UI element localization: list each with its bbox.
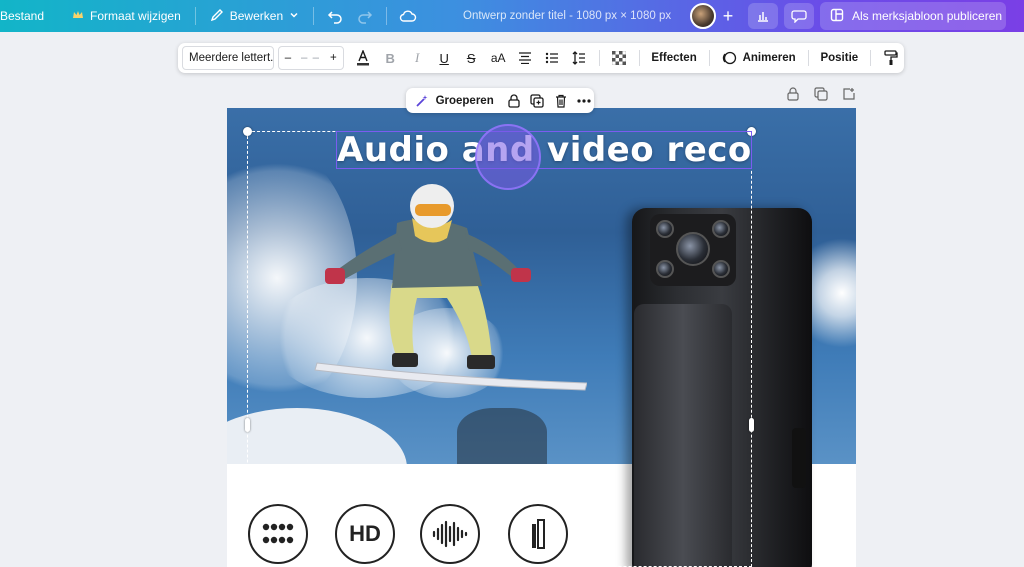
snowboarder-figure bbox=[314, 184, 587, 391]
waveform-icon[interactable] bbox=[420, 504, 480, 564]
divider bbox=[313, 7, 315, 25]
pencil-icon bbox=[210, 8, 224, 25]
font-size-stepper: – – – + bbox=[277, 46, 344, 70]
resize-label: Formaat wijzigen bbox=[90, 9, 181, 23]
duplicate-icon[interactable] bbox=[527, 88, 547, 113]
ir-led bbox=[656, 260, 674, 278]
resize-button[interactable]: Formaat wijzigen bbox=[64, 0, 189, 32]
paint-roller-icon[interactable] bbox=[877, 43, 904, 73]
bold-icon[interactable]: B bbox=[377, 43, 404, 73]
camera-device-image[interactable] bbox=[632, 208, 812, 567]
file-menu-label: Bestand bbox=[0, 9, 45, 23]
text-toolbar: Meerdere lettert... – – – + B I U S aA E… bbox=[178, 43, 904, 73]
lock-icon[interactable] bbox=[785, 86, 801, 102]
position-button[interactable]: Positie bbox=[814, 52, 864, 64]
crown-icon bbox=[72, 9, 84, 24]
tree-silhouette bbox=[457, 408, 547, 464]
group-toolbar: Groeperen bbox=[406, 88, 594, 113]
snow-slope bbox=[227, 408, 407, 464]
design-canvas[interactable]: HD bbox=[227, 108, 856, 567]
file-menu[interactable]: Bestand bbox=[0, 0, 52, 32]
ir-led bbox=[712, 260, 730, 278]
ir-led bbox=[712, 220, 730, 238]
divider bbox=[807, 50, 809, 66]
font-family-select[interactable]: Meerdere lettert... bbox=[182, 46, 274, 70]
side-handle[interactable] bbox=[749, 418, 754, 432]
camera-side-button bbox=[792, 428, 806, 488]
lock-icon[interactable] bbox=[504, 88, 524, 113]
more-options-icon[interactable] bbox=[574, 88, 594, 113]
template-icon bbox=[830, 8, 844, 25]
bullet-list-icon[interactable] bbox=[539, 43, 566, 73]
grid-dots-icon[interactable] bbox=[248, 504, 308, 564]
italic-icon[interactable]: I bbox=[404, 43, 431, 73]
chevron-down-icon bbox=[289, 9, 299, 23]
cloud-save-icon[interactable] bbox=[393, 0, 423, 32]
divider bbox=[386, 7, 388, 25]
font-size-input[interactable]: – – bbox=[301, 52, 320, 64]
group-button[interactable]: Groeperen bbox=[436, 95, 494, 107]
resize-handle[interactable] bbox=[243, 127, 252, 136]
bar-icon[interactable] bbox=[508, 504, 568, 564]
decrease-size-button[interactable]: – bbox=[285, 52, 291, 64]
document-title[interactable]: Ontwerp zonder titel - 1080 px × 1080 px bbox=[463, 0, 671, 32]
page-tools bbox=[785, 86, 857, 102]
line-spacing-icon[interactable] bbox=[566, 43, 593, 73]
increase-size-button[interactable]: + bbox=[330, 52, 337, 64]
edit-menu[interactable]: Bewerken bbox=[202, 0, 307, 32]
edit-label: Bewerken bbox=[229, 9, 284, 23]
headline-text[interactable]: Audio and video recorder bbox=[336, 131, 752, 169]
camera-lens bbox=[676, 232, 710, 266]
underline-icon[interactable]: U bbox=[431, 43, 458, 73]
effects-button[interactable]: Effecten bbox=[645, 52, 702, 64]
publish-label: Als merksjabloon publiceren bbox=[852, 9, 1003, 23]
side-handle[interactable] bbox=[245, 418, 250, 432]
redo-icon[interactable] bbox=[350, 0, 380, 32]
trash-icon[interactable] bbox=[551, 88, 571, 113]
divider bbox=[708, 50, 710, 66]
analytics-icon[interactable] bbox=[748, 3, 778, 29]
add-page-icon[interactable] bbox=[841, 86, 857, 102]
hd-icon[interactable]: HD bbox=[335, 504, 395, 564]
strikethrough-icon[interactable]: S bbox=[458, 43, 485, 73]
animate-icon bbox=[716, 43, 743, 73]
avatar[interactable] bbox=[690, 3, 716, 29]
transparency-icon[interactable] bbox=[606, 43, 633, 73]
camera-head bbox=[650, 214, 736, 286]
align-center-icon[interactable] bbox=[512, 43, 539, 73]
duplicate-page-icon[interactable] bbox=[813, 86, 829, 102]
magic-wand-icon[interactable] bbox=[412, 88, 432, 113]
animate-button[interactable]: Animeren bbox=[743, 52, 802, 64]
add-collaborator-icon[interactable]: + bbox=[716, 4, 740, 28]
divider bbox=[598, 50, 600, 66]
letter-case-button[interactable]: aA bbox=[485, 43, 512, 73]
divider bbox=[638, 50, 640, 66]
undo-icon[interactable] bbox=[320, 0, 350, 32]
comment-icon[interactable] bbox=[784, 3, 814, 29]
divider bbox=[870, 50, 872, 66]
text-color-icon[interactable] bbox=[350, 43, 377, 73]
ir-led bbox=[656, 220, 674, 238]
publish-brand-template-button[interactable]: Als merksjabloon publiceren bbox=[820, 2, 1006, 30]
divider bbox=[194, 7, 196, 25]
camera-clip bbox=[634, 304, 732, 567]
